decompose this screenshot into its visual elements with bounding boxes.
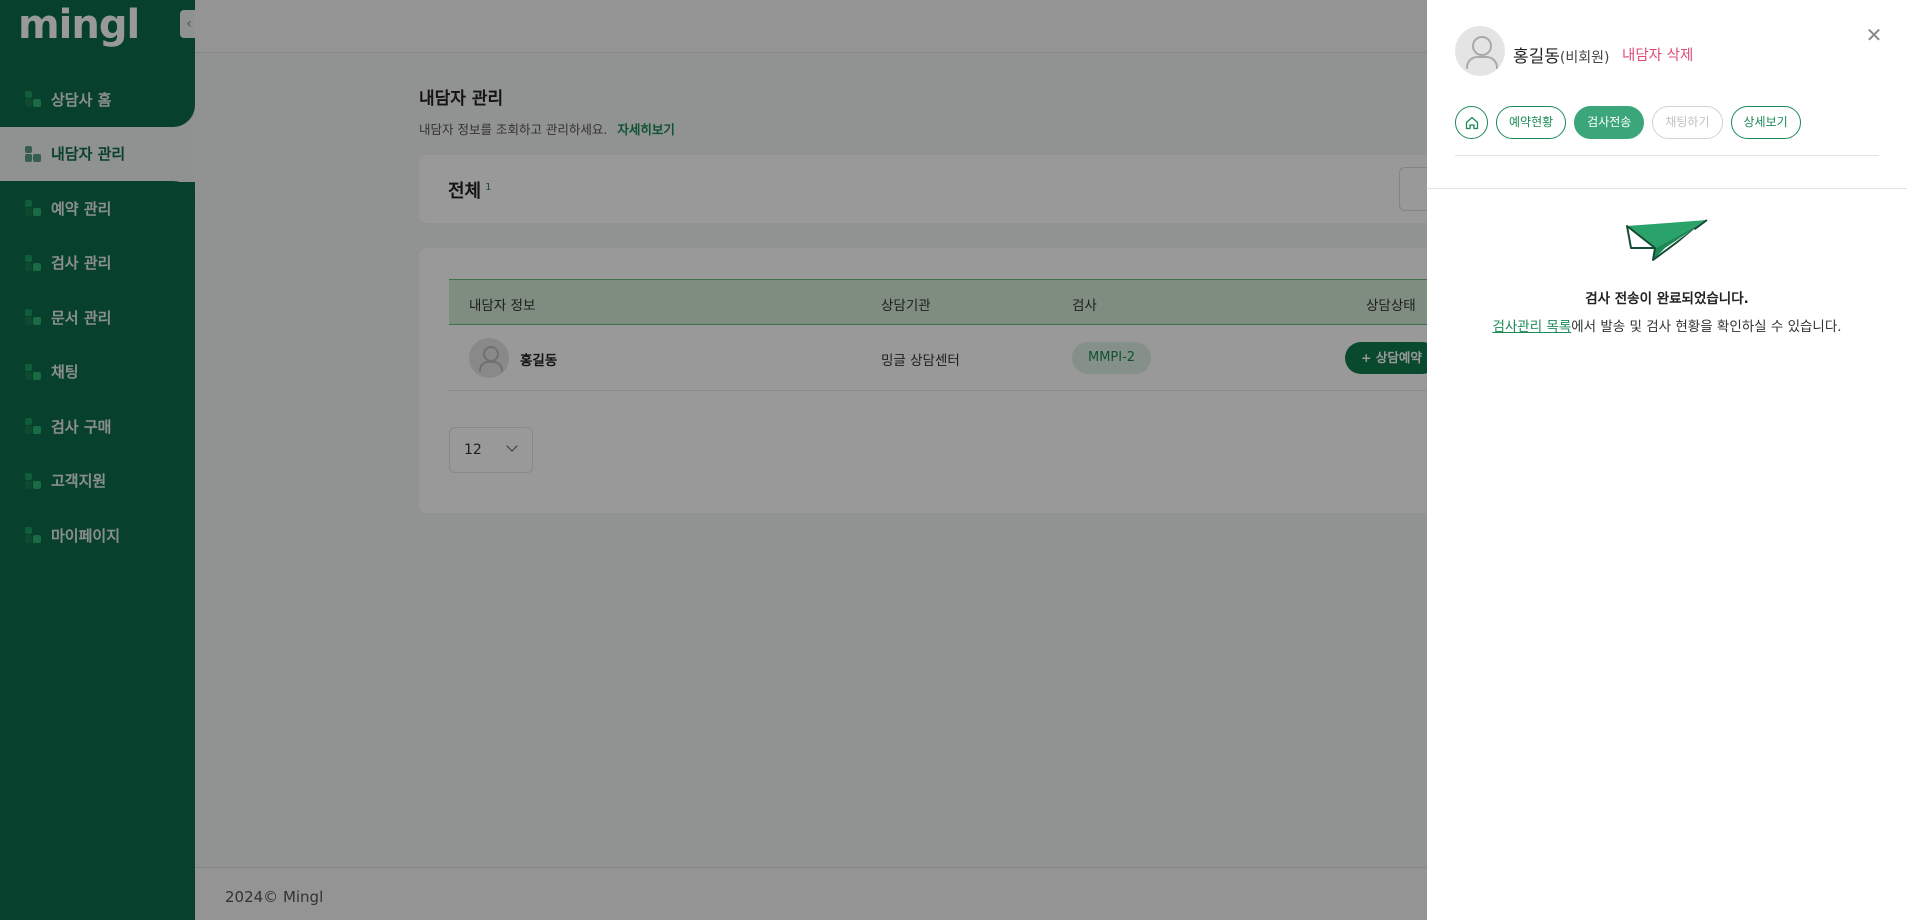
home-button[interactable] (1455, 106, 1488, 139)
member-type: (비회원) (1559, 50, 1610, 66)
tab-chat: 채팅하기 (1652, 106, 1723, 139)
home-icon (1465, 116, 1478, 129)
delete-client-button[interactable]: 내담자 삭제 (1622, 44, 1693, 65)
divider (1427, 188, 1907, 189)
success-message: 검사관리 목록에서 발송 및 검사 현황을 확인하실 수 있습니다. (1427, 315, 1907, 335)
test-list-link[interactable]: 검사관리 목록 (1492, 319, 1571, 335)
client-name: 홍길동 (1513, 47, 1560, 67)
drawer-tabs: 예약현황 검사전송 채팅하기 상세보기 (1455, 106, 1801, 139)
client-drawer: 홍길동(비회원) 내담자 삭제 ✕ 예약현황 검사전송 채팅하기 상세보기 검사… (1427, 0, 1907, 920)
close-icon[interactable]: ✕ (1863, 24, 1885, 46)
drawer-client-name: 홍길동(비회원) (1513, 42, 1610, 67)
paper-plane-icon (1626, 219, 1708, 261)
success-rest: 에서 발송 및 검사 현황을 확인하실 수 있습니다. (1571, 319, 1842, 335)
tab-send-test[interactable]: 검사전송 (1574, 106, 1645, 139)
success-title: 검사 전송이 완료되었습니다. (1585, 291, 1749, 307)
divider (1455, 155, 1879, 156)
tab-reservation-status[interactable]: 예약현황 (1496, 106, 1567, 139)
tab-details[interactable]: 상세보기 (1730, 106, 1801, 139)
avatar (1455, 26, 1505, 76)
